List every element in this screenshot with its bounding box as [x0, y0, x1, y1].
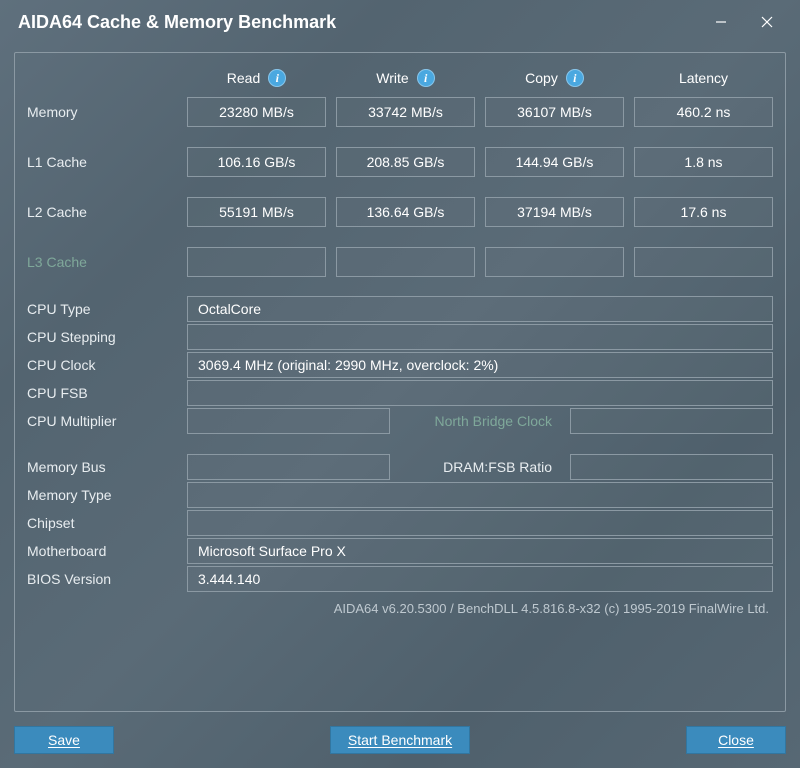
header-copy: Copy i	[485, 63, 624, 97]
minimize-button[interactable]	[698, 6, 744, 38]
memory-info-block: Memory Type Chipset Motherboard Microsof…	[27, 481, 773, 593]
bottom-bar: Save Start Benchmark Close	[14, 724, 786, 756]
info-icon[interactable]: i	[417, 69, 435, 87]
info-icon[interactable]: i	[566, 69, 584, 87]
row-label-l1: L1 Cache	[27, 148, 177, 176]
memory-write[interactable]: 33742 MB/s	[336, 97, 475, 127]
row-l1: L1 Cache 106.16 GB/s 208.85 GB/s 144.94 …	[27, 147, 773, 177]
row-cpu-multiplier: CPU Multiplier North Bridge Clock	[27, 407, 773, 435]
row-label-l3: L3 Cache	[27, 248, 177, 276]
l2-latency[interactable]: 17.6 ns	[634, 197, 773, 227]
l2-write[interactable]: 136.64 GB/s	[336, 197, 475, 227]
label-cpu-stepping: CPU Stepping	[27, 323, 177, 351]
l3-write[interactable]	[336, 247, 475, 277]
close-window-button[interactable]	[744, 6, 790, 38]
label-cpu-type: CPU Type	[27, 295, 177, 323]
value-cpu-type: OctalCore	[187, 296, 773, 322]
memory-read[interactable]: 23280 MB/s	[187, 97, 326, 127]
label-memory-bus: Memory Bus	[27, 453, 177, 481]
value-cpu-fsb	[187, 380, 773, 406]
label-memory-type: Memory Type	[27, 481, 177, 509]
header-write: Write i	[336, 63, 475, 97]
footer-version: AIDA64 v6.20.5300 / BenchDLL 4.5.816.8-x…	[27, 593, 773, 616]
value-chipset	[187, 510, 773, 536]
memory-latency[interactable]: 460.2 ns	[634, 97, 773, 127]
header-latency-label: Latency	[679, 70, 728, 86]
l1-write[interactable]: 208.85 GB/s	[336, 147, 475, 177]
info-icon[interactable]: i	[268, 69, 286, 87]
close-icon	[761, 16, 773, 28]
value-memory-type	[187, 482, 773, 508]
l2-read[interactable]: 55191 MB/s	[187, 197, 326, 227]
header-latency: Latency	[634, 64, 773, 96]
row-label-memory: Memory	[27, 98, 177, 126]
save-button[interactable]: Save	[14, 726, 114, 754]
row-memory-bus: Memory Bus DRAM:FSB Ratio	[27, 453, 773, 481]
label-cpu-fsb: CPU FSB	[27, 379, 177, 407]
label-cpu-clock: CPU Clock	[27, 351, 177, 379]
value-north-bridge	[570, 408, 773, 434]
l3-copy[interactable]	[485, 247, 624, 277]
row-l2: L2 Cache 55191 MB/s 136.64 GB/s 37194 MB…	[27, 197, 773, 227]
header-read: Read i	[187, 63, 326, 97]
minimize-icon	[715, 16, 727, 28]
row-l3: L3 Cache	[27, 247, 773, 277]
header-write-label: Write	[376, 70, 408, 86]
l1-copy[interactable]: 144.94 GB/s	[485, 147, 624, 177]
value-motherboard: Microsoft Surface Pro X	[187, 538, 773, 564]
start-benchmark-button[interactable]: Start Benchmark	[330, 726, 470, 754]
header-copy-label: Copy	[525, 70, 558, 86]
benchmark-header-row: Read i Write i Copy i Latency	[27, 63, 773, 97]
l2-copy[interactable]: 37194 MB/s	[485, 197, 624, 227]
label-cpu-multiplier: CPU Multiplier	[27, 407, 177, 435]
row-label-l2: L2 Cache	[27, 198, 177, 226]
l3-read[interactable]	[187, 247, 326, 277]
value-cpu-multiplier	[187, 408, 390, 434]
row-memory: Memory 23280 MB/s 33742 MB/s 36107 MB/s …	[27, 97, 773, 127]
value-cpu-stepping	[187, 324, 773, 350]
label-motherboard: Motherboard	[27, 537, 177, 565]
value-memory-bus	[187, 454, 390, 480]
benchmark-panel: Read i Write i Copy i Latency Memory 232…	[14, 52, 786, 712]
l1-latency[interactable]: 1.8 ns	[634, 147, 773, 177]
window-title: AIDA64 Cache & Memory Benchmark	[18, 12, 336, 33]
value-dram-fsb	[570, 454, 773, 480]
cpu-info-block: CPU Type OctalCore CPU Stepping CPU Cloc…	[27, 295, 773, 407]
value-cpu-clock: 3069.4 MHz (original: 2990 MHz, overcloc…	[187, 352, 773, 378]
label-bios: BIOS Version	[27, 565, 177, 593]
titlebar: AIDA64 Cache & Memory Benchmark	[0, 0, 800, 44]
close-button[interactable]: Close	[686, 726, 786, 754]
l1-read[interactable]: 106.16 GB/s	[187, 147, 326, 177]
header-read-label: Read	[227, 70, 260, 86]
label-north-bridge: North Bridge Clock	[400, 407, 560, 435]
value-bios: 3.444.140	[187, 566, 773, 592]
l3-latency[interactable]	[634, 247, 773, 277]
window-controls	[698, 6, 790, 38]
label-chipset: Chipset	[27, 509, 177, 537]
memory-copy[interactable]: 36107 MB/s	[485, 97, 624, 127]
label-dram-fsb: DRAM:FSB Ratio	[400, 453, 560, 481]
